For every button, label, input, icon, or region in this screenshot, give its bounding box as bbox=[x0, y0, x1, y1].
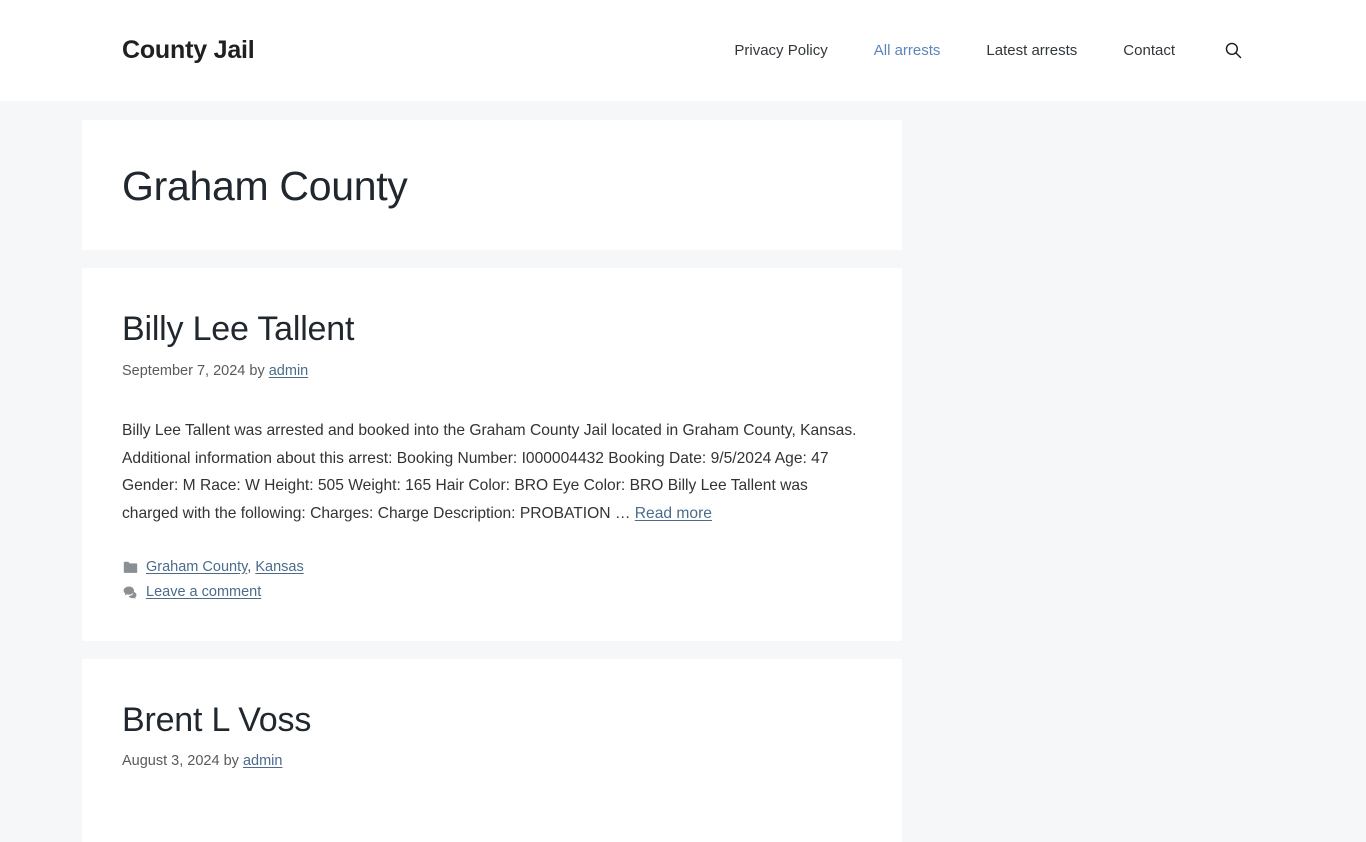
post-author-link[interactable]: admin bbox=[269, 363, 309, 379]
post-meta-by: by bbox=[223, 753, 239, 770]
post-author-link[interactable]: admin bbox=[243, 753, 283, 769]
page-title: Graham County bbox=[122, 163, 408, 210]
post-meta-by: by bbox=[249, 362, 265, 379]
leave-a-comment-link[interactable]: Leave a comment bbox=[146, 581, 261, 603]
read-more-link[interactable]: Read more bbox=[635, 505, 712, 522]
post-meta: September 7, 2024 by admin bbox=[122, 361, 862, 381]
post-title[interactable]: Brent L Voss bbox=[122, 699, 862, 742]
post-categories: Graham County, Kansas bbox=[146, 556, 304, 578]
site-header: County Jail Privacy Policy All arrests L… bbox=[0, 0, 1366, 101]
primary-navigation: Privacy Policy All arrests Latest arrest… bbox=[711, 34, 1246, 67]
post-card: Billy Lee Tallent September 7, 2024 by a… bbox=[82, 268, 902, 641]
site-title[interactable]: County Jail bbox=[122, 38, 255, 63]
post-comments-row: Leave a comment bbox=[122, 581, 862, 603]
search-toggle-button[interactable] bbox=[1220, 38, 1246, 64]
post-meta: August 3, 2024 by admin bbox=[122, 751, 862, 771]
folder-icon bbox=[122, 559, 138, 575]
nav-item-privacy-policy[interactable]: Privacy Policy bbox=[711, 34, 850, 67]
post-date: September 7, 2024 bbox=[122, 362, 246, 379]
post-date: August 3, 2024 bbox=[122, 753, 220, 770]
main-content: Graham County Billy Lee Tallent Septembe… bbox=[0, 101, 1366, 842]
category-link-kansas[interactable]: Kansas bbox=[255, 559, 303, 575]
entry-footer: Graham County, Kansas Leave a comment bbox=[122, 556, 862, 604]
post-categories-row: Graham County, Kansas bbox=[122, 556, 862, 578]
comment-bubble-icon bbox=[122, 585, 138, 601]
nav-item-contact[interactable]: Contact bbox=[1100, 34, 1198, 67]
nav-item-all-arrests[interactable]: All arrests bbox=[851, 34, 964, 67]
category-link-graham-county[interactable]: Graham County bbox=[146, 559, 247, 575]
post-card: Brent L Voss August 3, 2024 by admin bbox=[82, 658, 902, 842]
search-icon bbox=[1223, 41, 1243, 61]
nav-item-latest-arrests[interactable]: Latest arrests bbox=[963, 34, 1100, 67]
post-excerpt-text: Billy Lee Tallent was arrested and booke… bbox=[122, 421, 857, 523]
post-title[interactable]: Billy Lee Tallent bbox=[122, 308, 862, 351]
post-excerpt: Billy Lee Tallent was arrested and booke… bbox=[122, 417, 862, 528]
archive-header-card: Graham County bbox=[82, 120, 902, 250]
